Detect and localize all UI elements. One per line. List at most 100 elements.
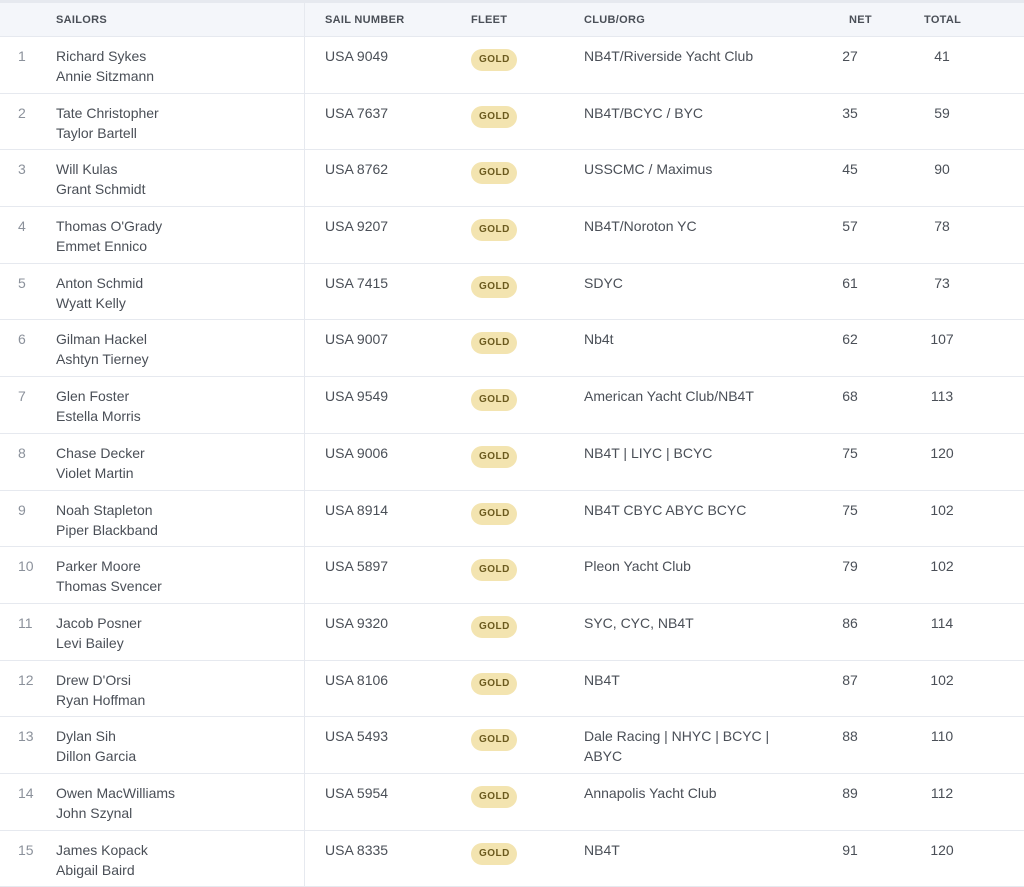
club-cell: NB4T CBYC ABYC BCYC [584,501,747,518]
sail-number-cell: USA 8106 [325,671,389,688]
skipper-name[interactable]: Anton Schmid [56,273,143,293]
total-score-cell: 73 [934,274,950,291]
net-score-cell: 62 [842,331,858,348]
sailors-cell: Will Kulas Grant Schmidt [56,159,145,199]
table-row[interactable]: 7 Glen Foster Estella Morris USA 9549 GO… [0,377,1024,434]
table-row[interactable]: 12 Drew D'Orsi Ryan Hoffman USA 8106 GOL… [0,660,1024,718]
table-row[interactable]: 13 Dylan Sih Dillon Garcia USA 5493 GOLD… [0,717,1024,774]
fleet-badge: GOLD [471,219,517,242]
fleet-badge: GOLD [471,785,517,808]
table-row[interactable]: 6 Gilman Hackel Ashtyn Tierney USA 9007 … [0,320,1024,378]
skipper-name[interactable]: Richard Sykes [56,46,154,66]
crew-name[interactable]: Ashtyn Tierney [56,349,149,369]
net-score-cell: 61 [842,274,858,291]
crew-name[interactable]: John Szynal [56,803,175,823]
skipper-name[interactable]: Jacob Posner [56,613,142,633]
net-score-cell: 68 [842,388,858,405]
rank-cell: 12 [18,671,34,688]
crew-name[interactable]: Thomas Svencer [56,576,162,596]
club-cell: American Yacht Club/NB4T [584,388,754,405]
table-row[interactable]: 11 Jacob Posner Levi Bailey USA 9320 GOL… [0,603,1024,661]
table-row[interactable]: 5 Anton Schmid Wyatt Kelly USA 7415 GOLD… [0,263,1024,321]
column-divider [304,717,305,773]
column-divider [304,377,305,433]
total-score-cell: 78 [934,218,950,235]
header-total[interactable]: TOTAL [924,3,961,37]
fleet-badge: GOLD [471,275,517,298]
fleet-cell: GOLD [471,385,517,412]
skipper-name[interactable]: Owen MacWilliams [56,783,175,803]
header-fleet[interactable]: FLEET [471,3,507,37]
total-score-cell: 113 [930,388,954,405]
crew-name[interactable]: Piper Blackband [56,520,158,540]
table-row[interactable]: 9 Noah Stapleton Piper Blackband USA 891… [0,490,1024,548]
column-divider [304,490,305,547]
skipper-name[interactable]: Glen Foster [56,386,141,406]
skipper-name[interactable]: Gilman Hackel [56,329,149,349]
skipper-name[interactable]: Dylan Sih [56,726,136,746]
sailors-cell: Richard Sykes Annie Sitzmann [56,46,154,86]
crew-name[interactable]: Dillon Garcia [56,746,136,766]
net-score-cell: 86 [842,614,858,631]
header-net[interactable]: NET [849,3,872,37]
total-score-cell: 120 [930,444,954,461]
rank-cell: 6 [18,331,26,348]
net-score-cell: 79 [842,558,858,575]
column-divider [304,433,305,490]
fleet-badge: GOLD [471,502,517,525]
sailors-cell: Drew D'Orsi Ryan Hoffman [56,670,145,710]
table-row[interactable]: 2 Tate Christopher Taylor Bartell USA 76… [0,93,1024,151]
crew-name[interactable]: Grant Schmidt [56,179,145,199]
table-row[interactable]: 8 Chase Decker Violet Martin USA 9006 GO… [0,433,1024,491]
table-row[interactable]: 14 Owen MacWilliams John Szynal USA 5954… [0,773,1024,831]
table-row[interactable]: 10 Parker Moore Thomas Svencer USA 5897 … [0,547,1024,604]
header-sail-number[interactable]: SAIL NUMBER [325,3,405,37]
crew-name[interactable]: Abigail Baird [56,860,148,880]
crew-name[interactable]: Emmet Ennico [56,236,162,256]
sail-number-cell: USA 8914 [325,501,389,518]
crew-name[interactable]: Taylor Bartell [56,123,159,143]
column-divider [304,320,305,377]
crew-name[interactable]: Violet Martin [56,463,145,483]
sailors-cell: Owen MacWilliams John Szynal [56,783,175,823]
table-row[interactable]: 3 Will Kulas Grant Schmidt USA 8762 GOLD… [0,150,1024,208]
fleet-badge: GOLD [471,389,517,412]
rank-cell: 10 [18,558,34,575]
rank-cell: 2 [18,104,26,121]
skipper-name[interactable]: James Kopack [56,840,148,860]
table-row[interactable]: 15 James Kopack Abigail Baird USA 8335 G… [0,830,1024,887]
fleet-cell: GOLD [471,499,517,525]
sail-number-cell: USA 7637 [325,104,389,121]
crew-name[interactable]: Wyatt Kelly [56,293,143,313]
skipper-name[interactable]: Thomas O'Grady [56,216,162,236]
sailors-cell: Anton Schmid Wyatt Kelly [56,273,143,313]
total-score-cell: 102 [930,671,954,688]
fleet-badge: GOLD [471,672,517,695]
fleet-badge: GOLD [471,729,517,752]
skipper-name[interactable]: Tate Christopher [56,103,159,123]
crew-name[interactable]: Ryan Hoffman [56,690,145,710]
skipper-name[interactable]: Drew D'Orsi [56,670,145,690]
fleet-badge: GOLD [471,842,517,865]
table-row[interactable]: 4 Thomas O'Grady Emmet Ennico USA 9207 G… [0,207,1024,264]
crew-name[interactable]: Levi Bailey [56,633,142,653]
skipper-name[interactable]: Noah Stapleton [56,500,158,520]
crew-name[interactable]: Annie Sitzmann [56,66,154,86]
crew-name[interactable]: Estella Morris [56,406,141,426]
net-score-cell: 57 [842,218,858,235]
skipper-name[interactable]: Chase Decker [56,443,145,463]
skipper-name[interactable]: Parker Moore [56,556,162,576]
net-score-cell: 89 [842,784,858,801]
total-score-cell: 102 [930,558,954,575]
total-score-cell: 112 [930,784,954,801]
table-body: 1 Richard Sykes Annie Sitzmann USA 9049 … [0,37,1024,887]
table-row[interactable]: 1 Richard Sykes Annie Sitzmann USA 9049 … [0,37,1024,94]
skipper-name[interactable]: Will Kulas [56,159,145,179]
club-cell: Nb4t [584,331,614,348]
sail-number-cell: USA 9207 [325,218,389,235]
club-cell: NB4T/Riverside Yacht Club [584,48,754,64]
sailors-cell: Thomas O'Grady Emmet Ennico [56,216,162,256]
fleet-badge: GOLD [471,162,517,185]
header-sailors[interactable]: SAILORS [56,3,107,37]
header-club[interactable]: CLUB/ORG [584,3,645,37]
